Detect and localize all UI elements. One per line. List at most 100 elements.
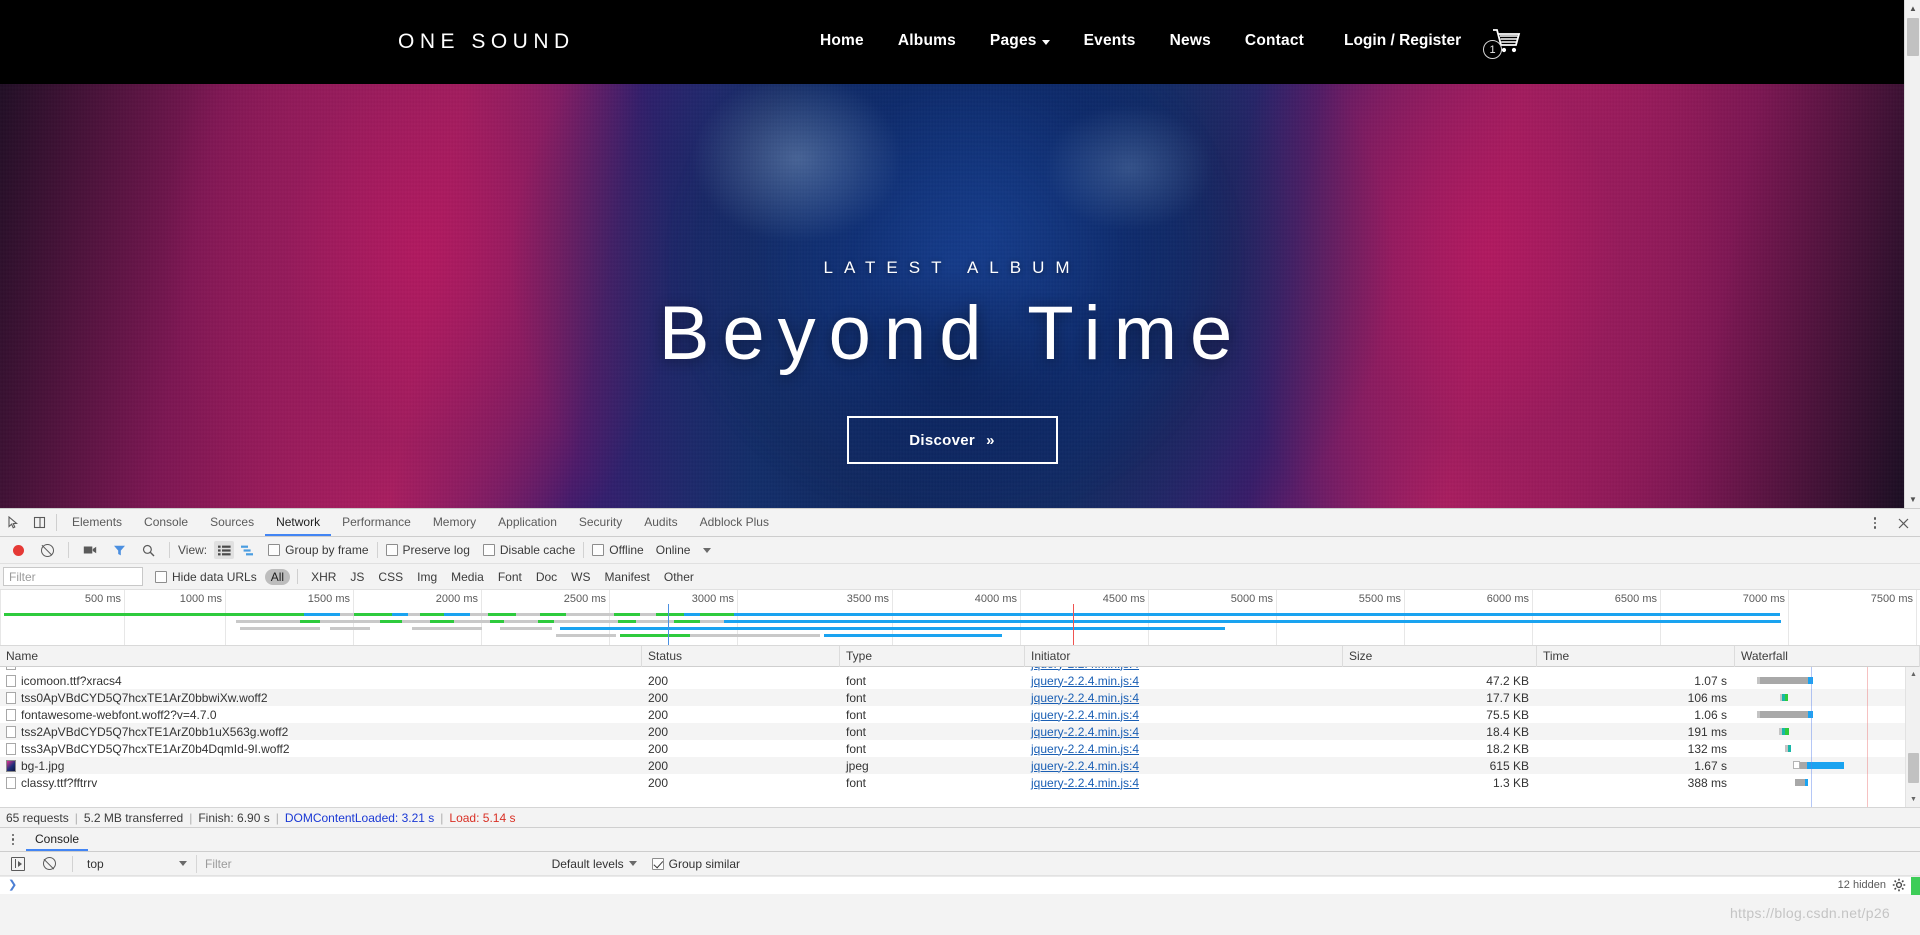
clear-button[interactable] [34, 537, 60, 563]
filter-toggle-button[interactable] [106, 537, 132, 563]
nav-item-albums[interactable]: Albums [898, 32, 956, 50]
table-row[interactable]: tss2ApVBdCYD5Q7hcxTE1ArZ0bb1uX563g.woff2… [0, 723, 1920, 740]
network-overview-timeline[interactable]: 500 ms 1000 ms 1500 ms 2000 ms 2500 ms 3… [0, 590, 1920, 646]
throttling-dropdown-icon[interactable] [703, 547, 712, 553]
console-toolbar: top Default levels Group similar [0, 852, 1920, 876]
tab-sources[interactable]: Sources [199, 509, 265, 536]
execution-context-select[interactable]: top [83, 855, 191, 873]
table-scrollbar[interactable]: ▲ ▼ [1905, 667, 1920, 807]
request-size: 1.3 KB [1492, 775, 1529, 790]
gear-icon[interactable] [1892, 878, 1906, 892]
table-row[interactable]: classy.ttf?fftrrv 200 font jquery-2.2.4.… [0, 774, 1920, 791]
tab-elements[interactable]: Elements [61, 509, 133, 536]
table-row[interactable]: bg-1.jpg 200 jpeg jquery-2.2.4.min.js:4 … [0, 757, 1920, 774]
hidden-messages-count[interactable]: 12 hidden [1838, 879, 1886, 891]
type-filter-xhr[interactable]: XHR [305, 569, 342, 585]
nav-item-label: News [1169, 32, 1211, 49]
toggle-device-toolbar-icon[interactable] [26, 510, 52, 536]
site-logo[interactable]: ONE SOUND [398, 30, 575, 54]
drawer-tab-console[interactable]: Console [26, 828, 88, 851]
tab-console[interactable]: Console [133, 509, 199, 536]
discover-button[interactable]: Discover » [846, 416, 1058, 464]
initiator-link[interactable]: jquery-2.2.4.min.js:4 [1031, 667, 1139, 671]
nav-item-home[interactable]: Home [820, 32, 864, 50]
type-filter-js[interactable]: JS [344, 569, 370, 585]
inspect-element-icon[interactable] [0, 510, 26, 536]
nav-item-pages[interactable]: Pages [990, 32, 1050, 50]
page-scrollbar-thumb[interactable] [1907, 18, 1919, 56]
table-row[interactable]: icomoon.ttf?xracs4 200 font jquery-2.2.4… [0, 672, 1920, 689]
discover-button-label: Discover [909, 431, 976, 449]
scroll-down-arrow-icon[interactable]: ▼ [1905, 491, 1920, 508]
login-register-link[interactable]: Login / Register [1344, 32, 1461, 50]
initiator-link[interactable]: jquery-2.2.4.min.js:4 [1031, 776, 1139, 790]
offline-checkbox[interactable]: Offline [592, 543, 644, 557]
tab-network[interactable]: Network [265, 509, 331, 536]
type-filter-css[interactable]: CSS [372, 569, 409, 585]
tab-security[interactable]: Security [568, 509, 633, 536]
clear-console-button[interactable] [36, 851, 62, 877]
group-similar-checkbox[interactable]: Group similar [651, 856, 740, 871]
group-by-frame-checkbox[interactable]: Group by frame [268, 543, 369, 557]
type-filter-ws[interactable]: WS [565, 569, 596, 585]
initiator-link[interactable]: jquery-2.2.4.min.js:4 [1031, 742, 1139, 756]
type-filter-font[interactable]: Font [492, 569, 528, 585]
filter-input[interactable] [3, 567, 143, 586]
type-filter-manifest[interactable]: Manifest [599, 569, 656, 585]
column-header-time[interactable]: Time [1537, 645, 1735, 667]
throttling-value[interactable]: Online [656, 543, 691, 557]
initiator-link[interactable]: jquery-2.2.4.min.js:4 [1031, 691, 1139, 705]
hide-data-urls-checkbox[interactable]: Hide data URLs [155, 570, 257, 584]
page-scrollbar[interactable]: ▲ ▼ [1904, 0, 1920, 508]
console-filter-input[interactable] [196, 854, 506, 873]
initiator-link[interactable]: jquery-2.2.4.min.js:4 [1031, 725, 1139, 739]
view-list-button[interactable] [214, 541, 235, 559]
execute-button[interactable] [5, 851, 31, 877]
tab-memory[interactable]: Memory [422, 509, 487, 536]
table-row[interactable]: fontawesome-webfont.woff2?v=4.7.0 200 fo… [0, 706, 1920, 723]
nav-item-contact[interactable]: Contact [1245, 32, 1304, 50]
column-header-waterfall[interactable]: Waterfall [1735, 645, 1920, 667]
close-devtools-icon[interactable] [1890, 510, 1916, 536]
table-row[interactable]: tss0ApVBdCYD5Q7hcxTE1ArZ0bbwiXw.woff2 20… [0, 689, 1920, 706]
drawer-more-options-icon[interactable] [6, 827, 20, 853]
more-options-icon[interactable] [1862, 510, 1888, 536]
preserve-log-checkbox[interactable]: Preserve log [385, 543, 470, 557]
scroll-up-arrow-icon[interactable]: ▲ [1905, 0, 1920, 17]
type-filter-doc[interactable]: Doc [530, 569, 563, 585]
waterfall-cell [1735, 757, 1920, 774]
file-icon [6, 674, 16, 687]
nav-item-news[interactable]: News [1170, 32, 1211, 50]
search-icon [142, 544, 154, 556]
console-output[interactable]: ❯ 12 hidden [0, 876, 1920, 895]
table-scrollbar-thumb[interactable] [1908, 753, 1919, 783]
scroll-down-arrow-icon[interactable]: ▼ [1906, 792, 1920, 807]
type-filter-all[interactable]: All [264, 568, 291, 585]
scroll-up-arrow-icon[interactable]: ▲ [1906, 667, 1920, 682]
tab-audits[interactable]: Audits [633, 509, 688, 536]
view-waterfall-button[interactable] [237, 541, 257, 559]
type-filter-other[interactable]: Other [658, 569, 700, 585]
group-similar-label: Group similar [668, 856, 740, 871]
table-row[interactable]: tss3ApVBdCYD5Q7hcxTE1ArZ0b4DqmId-9I.woff… [0, 740, 1920, 757]
initiator-link[interactable]: jquery-2.2.4.min.js:4 [1031, 759, 1139, 773]
type-filter-img[interactable]: Img [411, 569, 443, 585]
tab-application[interactable]: Application [487, 509, 568, 536]
capture-screenshots-button[interactable] [77, 537, 103, 563]
column-header-name[interactable]: Name [0, 645, 642, 667]
search-button[interactable] [135, 537, 161, 563]
column-header-initiator[interactable]: Initiator [1025, 645, 1343, 667]
tab-adblock-plus[interactable]: Adblock Plus [689, 509, 780, 536]
column-header-size[interactable]: Size [1343, 645, 1537, 667]
disable-cache-checkbox[interactable]: Disable cache [482, 543, 575, 557]
column-header-status[interactable]: Status [642, 645, 840, 667]
initiator-link[interactable]: jquery-2.2.4.min.js:4 [1031, 674, 1139, 688]
column-header-type[interactable]: Type [840, 645, 1025, 667]
type-filter-media[interactable]: Media [445, 569, 490, 585]
record-button[interactable] [5, 537, 31, 563]
initiator-link[interactable]: jquery-2.2.4.min.js:4 [1031, 708, 1139, 722]
nav-item-events[interactable]: Events [1084, 32, 1136, 50]
log-levels-select[interactable]: Default levels [552, 857, 637, 871]
tab-performance[interactable]: Performance [331, 509, 422, 536]
cart-button[interactable]: 1 [1483, 24, 1523, 62]
